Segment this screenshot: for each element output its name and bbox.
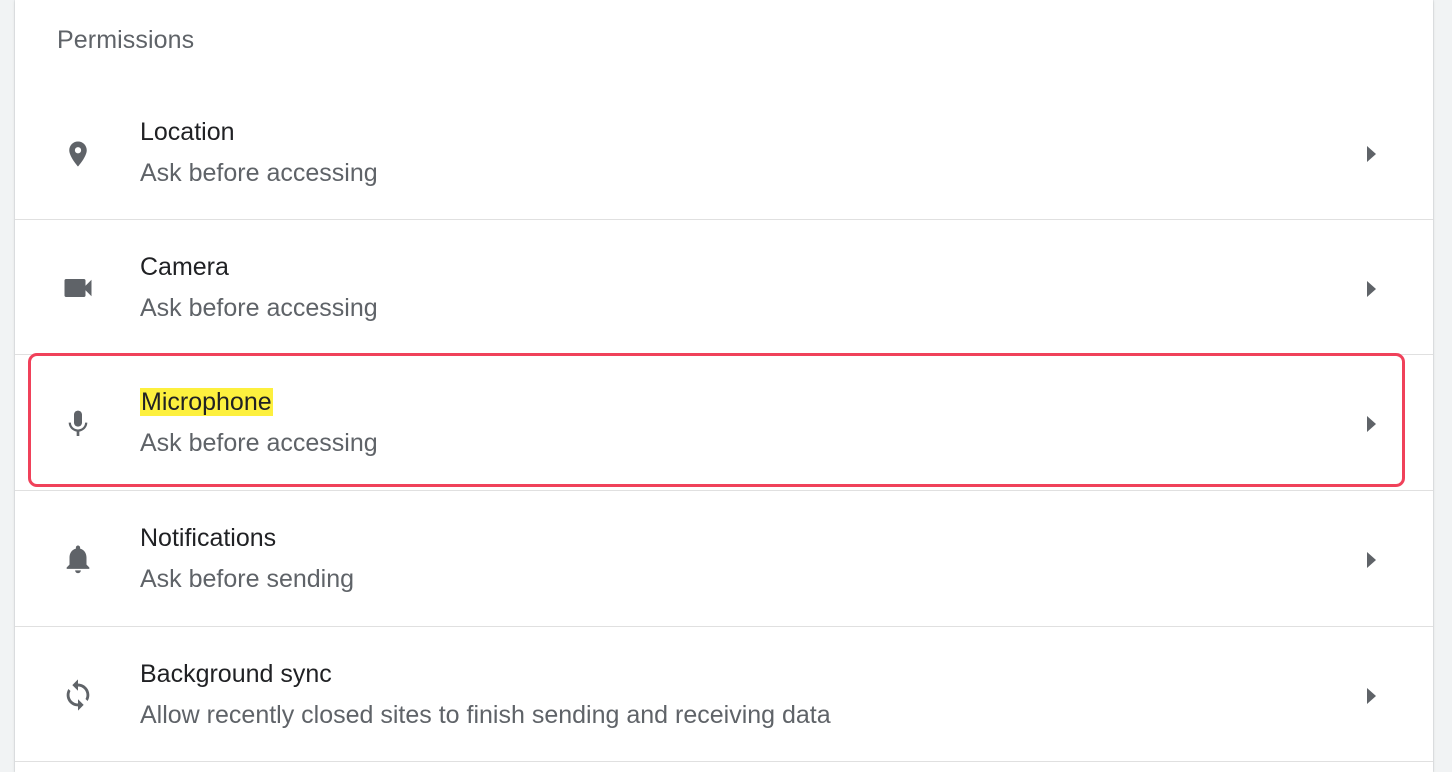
permission-row-camera[interactable]: Camera Ask before accessing	[15, 219, 1433, 354]
permission-row-location[interactable]: Location Ask before accessing	[15, 84, 1433, 219]
divider	[15, 219, 1433, 220]
permission-title: Background sync	[140, 660, 332, 688]
chevron-right-icon	[1367, 552, 1376, 568]
sync-icon	[59, 676, 97, 714]
permission-title-wrap: Microphone	[140, 387, 273, 417]
permission-subtitle: Ask before accessing	[140, 159, 378, 187]
section-title: Permissions	[57, 26, 195, 54]
permission-row-microphone[interactable]: Microphone Ask before accessing	[15, 354, 1433, 489]
divider	[15, 354, 1433, 355]
permission-title: Location	[140, 118, 235, 146]
bell-icon	[59, 540, 97, 578]
chevron-right-icon	[1367, 416, 1376, 432]
divider	[15, 626, 1433, 627]
chevron-right-icon	[1367, 146, 1376, 162]
chevron-right-icon	[1367, 281, 1376, 297]
location-pin-icon	[59, 135, 97, 173]
divider	[15, 761, 1433, 762]
permission-title: Microphone	[140, 388, 273, 416]
permissions-card: Permissions Location Ask before accessin…	[15, 0, 1433, 772]
permission-row-notifications[interactable]: Notifications Ask before sending	[15, 490, 1433, 625]
permission-subtitle: Ask before accessing	[140, 294, 378, 322]
permission-title: Notifications	[140, 524, 277, 552]
videocam-icon	[59, 269, 97, 307]
divider	[15, 490, 1433, 491]
permission-subtitle: Allow recently closed sites to finish se…	[140, 701, 831, 729]
permission-subtitle: Ask before accessing	[140, 429, 378, 457]
chevron-right-icon	[1367, 688, 1376, 704]
permission-row-background-sync[interactable]: Background sync Allow recently closed si…	[15, 626, 1433, 761]
microphone-icon	[59, 405, 97, 443]
permission-title: Camera	[140, 253, 229, 281]
permission-subtitle: Ask before sending	[140, 565, 355, 593]
